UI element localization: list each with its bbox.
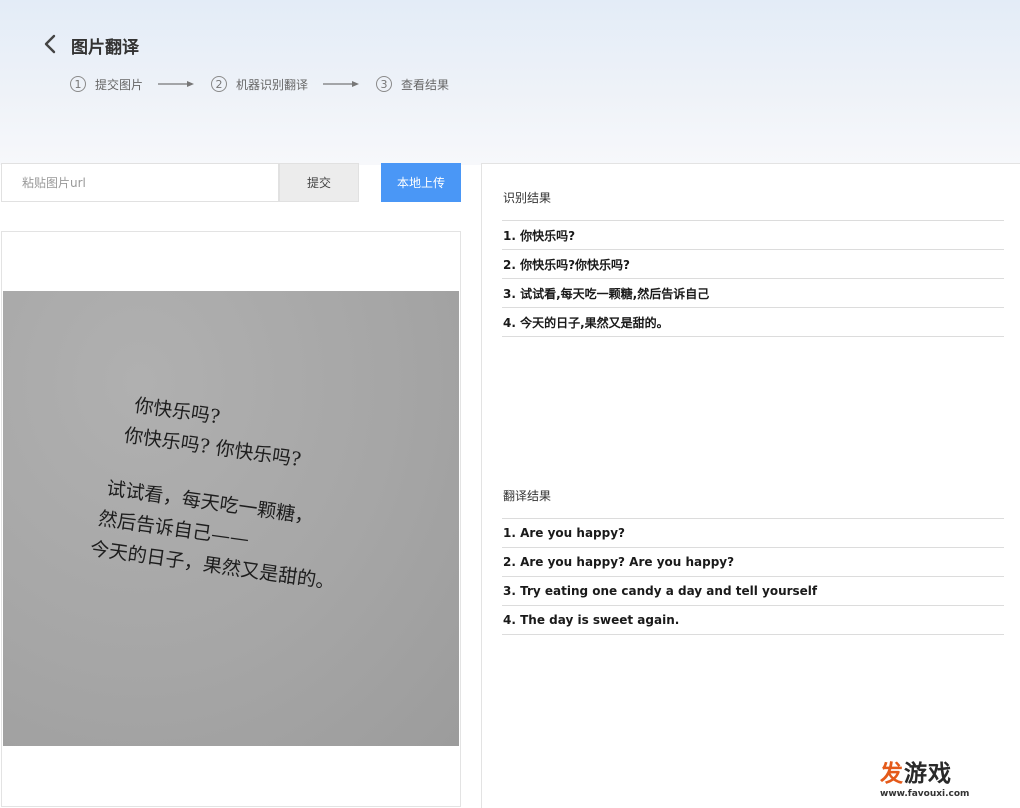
step-3: 3 查看结果	[376, 76, 449, 93]
site-watermark-logo: 发游戏 www.favouxi.com	[880, 760, 980, 804]
recognition-list: 1. 你快乐吗? 2. 你快乐吗?你快乐吗? 3. 试试看,每天吃一颗糖,然后告…	[502, 220, 1004, 337]
recognition-item: 1. 你快乐吗?	[502, 221, 1004, 250]
translation-item: 1. Are you happy?	[502, 519, 1004, 548]
step-arrow-icon	[323, 81, 360, 87]
translation-item: 2. Are you happy? Are you happy?	[502, 548, 1004, 577]
step-2: 2 机器识别翻译	[211, 76, 308, 93]
result-panel: 识别结果 1. 你快乐吗? 2. 你快乐吗?你快乐吗? 3. 试试看,每天吃一颗…	[481, 163, 1020, 808]
step-2-number: 2	[211, 76, 228, 92]
page-title: 图片翻译	[71, 38, 139, 58]
step-1-label: 提交图片	[95, 77, 144, 92]
recognition-item: 4. 今天的日子,果然又是甜的。	[502, 308, 1004, 337]
translation-item: 4. The day is sweet again.	[502, 606, 1004, 635]
translation-item: 3. Try eating one candy a day and tell y…	[502, 577, 1004, 606]
image-url-input[interactable]	[1, 163, 279, 202]
local-upload-button[interactable]: 本地上传	[381, 163, 461, 202]
step-3-number: 3	[376, 76, 393, 92]
step-arrow-icon	[158, 81, 195, 87]
watermark-url: www.favouxi.com	[880, 789, 970, 799]
step-1-number: 1	[70, 76, 86, 92]
step-indicator: 1 提交图片 2 机器识别翻译 3 查看结果	[70, 74, 449, 94]
step-3-label: 查看结果	[401, 77, 450, 92]
uploaded-photo: 你快乐吗? 你快乐吗? 你快乐吗? 试试看，每天吃一颗糖， 然后告诉自己—— 今…	[3, 291, 459, 746]
translation-title: 翻译结果	[503, 489, 552, 503]
step-2-label: 机器识别翻译	[236, 77, 309, 92]
recognition-item: 2. 你快乐吗?你快乐吗?	[502, 250, 1004, 279]
recognition-title: 识别结果	[503, 191, 552, 205]
translation-list: 1. Are you happy? 2. Are you happy? Are …	[502, 518, 1004, 635]
step-1: 1 提交图片	[70, 76, 143, 93]
watermark-accent: 发	[880, 761, 904, 787]
watermark-text: 游戏	[904, 761, 952, 787]
back-arrow-icon[interactable]	[40, 32, 62, 56]
photo-text: 你快乐吗? 你快乐吗? 你快乐吗? 试试看，每天吃一颗糖， 然后告诉自己—— 今…	[72, 385, 357, 599]
recognition-item: 3. 试试看,每天吃一颗糖,然后告诉自己	[502, 279, 1004, 308]
submit-button[interactable]: 提交	[279, 163, 359, 202]
